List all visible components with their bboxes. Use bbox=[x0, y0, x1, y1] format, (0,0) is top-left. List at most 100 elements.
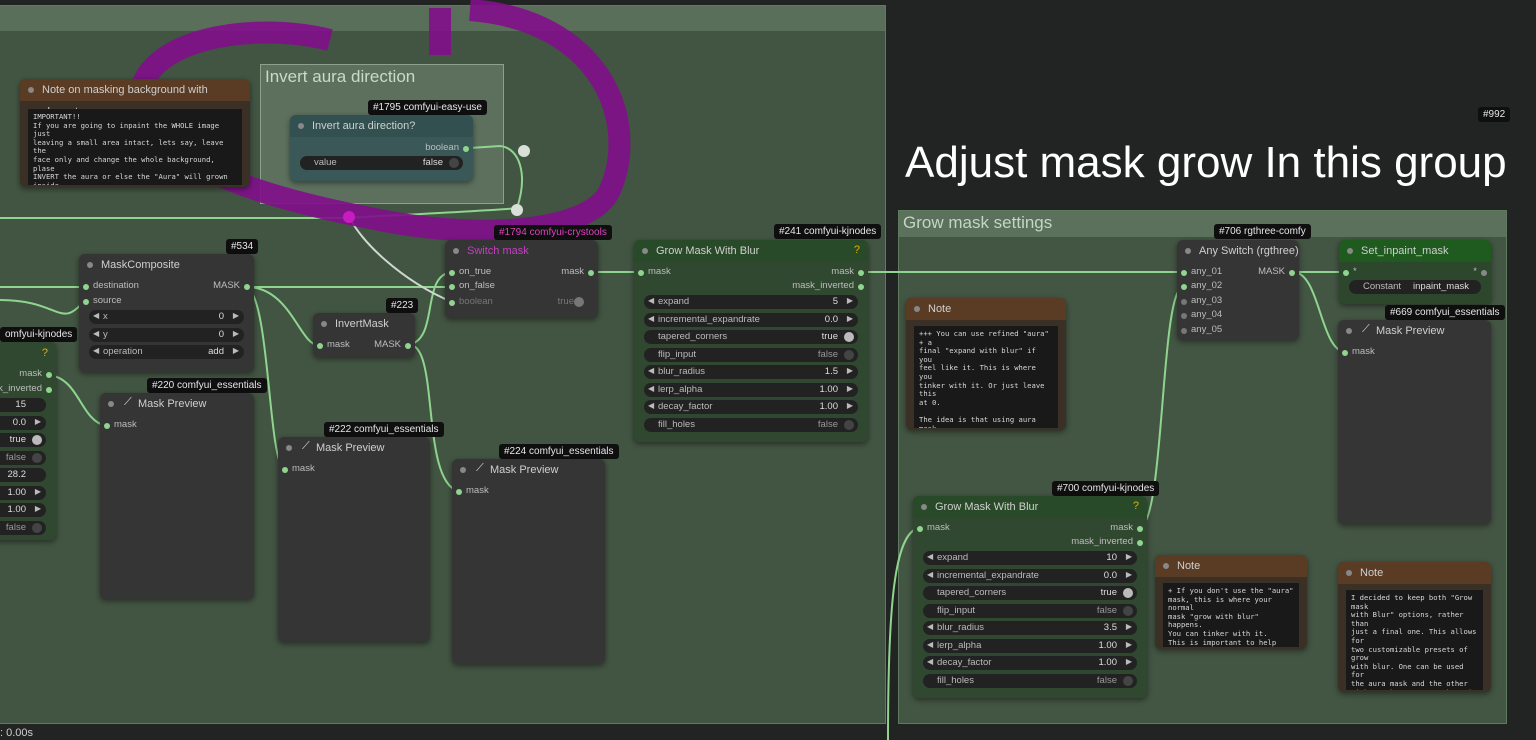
slot-row[interactable]: mask MASK bbox=[313, 339, 415, 353]
widget[interactable]: false bbox=[0, 521, 46, 535]
slot-row[interactable]: destination MASK bbox=[79, 280, 254, 294]
input-slot[interactable]: any_03 bbox=[1177, 295, 1299, 309]
mask-composite-node[interactable]: MaskComposite destination MASK source ◀ x 0… bbox=[79, 254, 254, 372]
slot-label: mask_inverted bbox=[792, 280, 854, 291]
input-slot[interactable]: on_true mask bbox=[445, 266, 598, 280]
flip-input-toggle[interactable]: flip_input false bbox=[644, 348, 858, 362]
node-title: Note bbox=[1338, 562, 1491, 584]
tapered-corners-toggle[interactable]: tapered_corners true bbox=[923, 586, 1137, 600]
note-text[interactable]: + If you don't use the "aura" mask, this… bbox=[1163, 583, 1299, 647]
note-masking-node[interactable]: Note on masking background with characte… bbox=[20, 79, 250, 187]
flip-input-toggle[interactable]: flip_input false bbox=[923, 604, 1137, 618]
widget-label: blur_radius bbox=[937, 622, 984, 633]
toggle-icon bbox=[32, 435, 42, 445]
slot-label: any_05 bbox=[1191, 324, 1223, 335]
widget[interactable]: false bbox=[0, 451, 46, 465]
decrement-icon: ◀ bbox=[648, 366, 655, 375]
note-text[interactable]: +++ You can use refined "aura" + a final… bbox=[914, 326, 1058, 428]
grow-mask-node-241[interactable]: Grow Mask With Blur ? mask mask mask_inve… bbox=[634, 240, 868, 442]
invert-aura-node[interactable]: Invert aura direction? boolean value fals… bbox=[290, 115, 473, 181]
slot-label: mask bbox=[927, 522, 950, 533]
slot-row[interactable]: mask mask bbox=[634, 266, 868, 280]
input-slot[interactable]: on_false bbox=[445, 280, 598, 294]
widget-value: true bbox=[9, 434, 26, 445]
slot-row[interactable]: * * bbox=[1339, 266, 1491, 280]
note-node-1[interactable]: Note +++ You can use refined "aura" + a … bbox=[906, 298, 1066, 430]
note-node-2[interactable]: Note + If you don't use the "aura" mask,… bbox=[1155, 555, 1307, 649]
node-title: MaskComposite bbox=[79, 254, 254, 276]
y-widget[interactable]: ◀ y 0 ▶ bbox=[89, 328, 244, 342]
widget[interactable]: 28.2 bbox=[0, 468, 46, 482]
help-icon[interactable]: ? bbox=[854, 244, 860, 256]
boolean-widget[interactable]: boolean true bbox=[445, 296, 598, 310]
widget[interactable]: true bbox=[0, 433, 46, 447]
decrement-icon: ◀ bbox=[927, 657, 934, 666]
input-slot[interactable]: mask bbox=[278, 463, 430, 477]
slot-label: mask bbox=[831, 266, 854, 277]
grow-mask-node-partial[interactable]: ? mask mask_inverted 15 0.0▶ true false … bbox=[0, 342, 56, 540]
incremental-expandrate-widget[interactable]: ◀ incremental_expandrate 0.0 ▶ bbox=[644, 313, 858, 327]
mask-preview-node-220[interactable]: Mask Preview ⟋ mask bbox=[100, 393, 254, 599]
decay-factor-widget[interactable]: ◀ decay_factor 1.00 ▶ bbox=[923, 656, 1137, 670]
help-icon[interactable]: ? bbox=[42, 347, 48, 359]
node-title: Any Switch (rgthree) bbox=[1177, 240, 1299, 262]
widget[interactable]: 0.0 ▶ bbox=[0, 416, 46, 430]
widget[interactable]: 1.00 ▶ bbox=[0, 486, 46, 500]
value-toggle[interactable]: value false bbox=[300, 156, 463, 170]
note-node-3[interactable]: Note I decided to keep both "Grow mask w… bbox=[1338, 562, 1491, 692]
node-id-badge: #1794 comfyui-crystools bbox=[494, 225, 612, 240]
input-slot[interactable]: any_05 bbox=[1177, 324, 1299, 338]
operation-select[interactable]: ◀ operation add ▶ bbox=[89, 345, 244, 359]
help-icon[interactable]: ? bbox=[1133, 500, 1139, 512]
input-slot[interactable]: mask bbox=[452, 485, 605, 499]
x-widget[interactable]: ◀ x 0 ▶ bbox=[89, 310, 244, 324]
mask-preview-node-224[interactable]: Mask Preview ⟋ mask bbox=[452, 459, 605, 664]
slot-row[interactable]: any_01 MASK bbox=[1177, 266, 1299, 280]
decay-factor-widget[interactable]: ◀ decay_factor 1.00 ▶ bbox=[644, 400, 858, 414]
mask-preview-node-222[interactable]: Mask Preview ⟋ mask bbox=[278, 437, 430, 642]
increment-icon: ▶ bbox=[1125, 552, 1132, 561]
increment-icon: ▶ bbox=[846, 296, 853, 305]
note-text[interactable]: IMPORTANT!! If you are going to inpaint … bbox=[28, 109, 242, 185]
widget[interactable]: 15 bbox=[0, 398, 46, 412]
tapered-corners-toggle[interactable]: tapered_corners true bbox=[644, 330, 858, 344]
incremental-expandrate-widget[interactable]: ◀ incremental_expandrate 0.0 ▶ bbox=[923, 569, 1137, 583]
invert-mask-node[interactable]: InvertMask mask MASK bbox=[313, 313, 415, 357]
output-slot[interactable]: mask bbox=[0, 368, 56, 382]
fill-holes-toggle[interactable]: fill_holes false bbox=[923, 674, 1137, 688]
any-switch-node[interactable]: Any Switch (rgthree) any_01 MASK any_02 a… bbox=[1177, 240, 1299, 340]
widget[interactable]: 1.00 ▶ bbox=[0, 503, 46, 517]
output-slot[interactable]: mask_inverted bbox=[913, 536, 1147, 550]
slot-row[interactable]: mask mask bbox=[913, 522, 1147, 536]
lerp-alpha-widget[interactable]: ◀ lerp_alpha 1.00 ▶ bbox=[923, 639, 1137, 653]
node-id-badge: #700 comfyui-kjnodes bbox=[1052, 481, 1160, 496]
widget-value: false bbox=[817, 349, 838, 360]
blur-radius-widget[interactable]: ◀ blur_radius 3.5 ▶ bbox=[923, 621, 1137, 635]
input-slot[interactable]: source bbox=[79, 295, 254, 309]
blur-radius-widget[interactable]: ◀ blur_radius 1.5 ▶ bbox=[644, 365, 858, 379]
slot-label: on_true bbox=[459, 266, 492, 277]
widget-label: lerp_alpha bbox=[937, 640, 982, 651]
output-slot[interactable]: mask_inverted bbox=[0, 383, 56, 397]
switch-mask-node[interactable]: Switch mask on_true mask on_false boolean… bbox=[445, 240, 598, 318]
decrement-icon: ◀ bbox=[927, 622, 934, 631]
grow-mask-node-700[interactable]: Grow Mask With Blur ? mask mask mask_inve… bbox=[913, 496, 1147, 698]
note-text[interactable]: I decided to keep both "Grow mask with B… bbox=[1346, 590, 1483, 690]
constant-widget[interactable]: Constant inpaint_mask bbox=[1349, 280, 1481, 294]
output-slot[interactable]: mask_inverted bbox=[634, 280, 868, 294]
expand-widget[interactable]: ◀ expand 5 ▶ bbox=[644, 295, 858, 309]
increment-icon: ▶ bbox=[1125, 622, 1132, 631]
input-slot[interactable]: any_04 bbox=[1177, 309, 1299, 323]
input-slot[interactable]: mask bbox=[1338, 346, 1491, 360]
output-slot[interactable]: boolean bbox=[290, 142, 473, 156]
input-slot[interactable]: mask bbox=[100, 419, 254, 433]
set-inpaint-mask-node[interactable]: Set_inpaint_mask * * Constant inpaint_mask bbox=[1339, 240, 1491, 304]
input-slot[interactable]: any_02 bbox=[1177, 280, 1299, 294]
fill-holes-toggle[interactable]: fill_holes false bbox=[644, 418, 858, 432]
widget-label: expand bbox=[937, 552, 969, 563]
slot-dot-icon bbox=[1481, 270, 1487, 276]
expand-widget[interactable]: ◀ expand 10 ▶ bbox=[923, 551, 1137, 565]
mask-preview-node-669[interactable]: Mask Preview ⟋ mask bbox=[1338, 320, 1491, 524]
lerp-alpha-widget[interactable]: ◀ lerp_alpha 1.00 ▶ bbox=[644, 383, 858, 397]
slot-label: mask bbox=[327, 339, 350, 350]
